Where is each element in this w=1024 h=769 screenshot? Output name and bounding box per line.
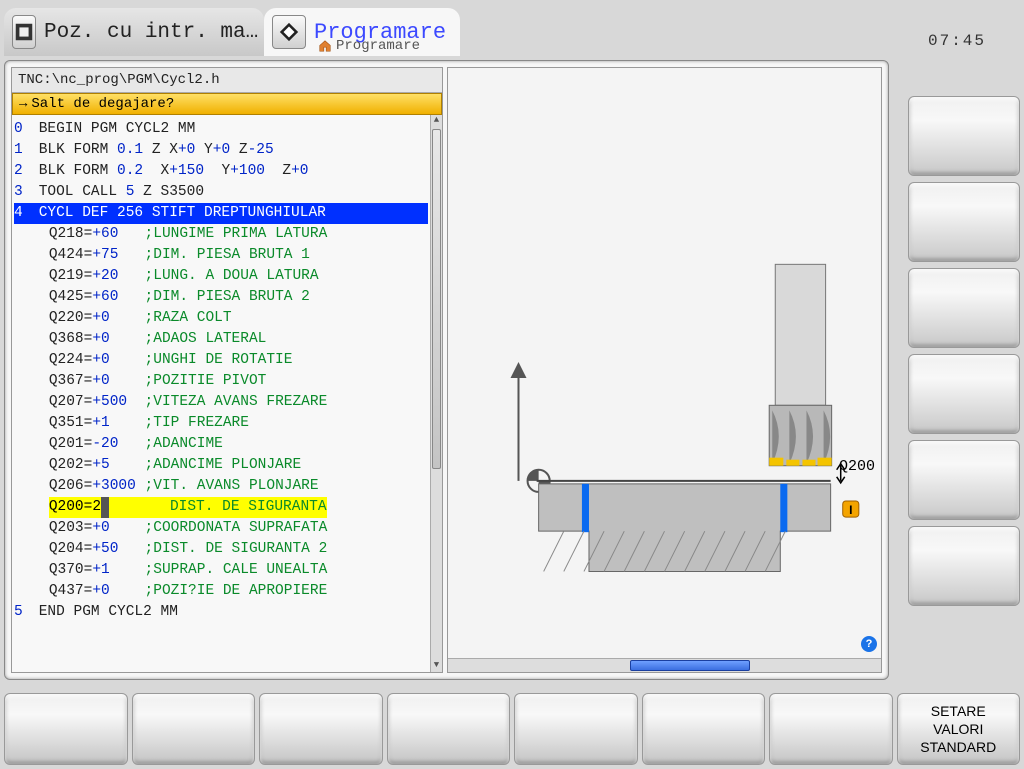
vsoftkey-5[interactable] [908, 440, 1020, 520]
selected-line[interactable]: 4 CYCL DEF 256 STIFT DREPTUNGHIULAR [14, 203, 428, 224]
scroll-up-icon[interactable]: ▲ [431, 115, 442, 127]
horizontal-scrollbar-thumb[interactable] [630, 660, 750, 671]
hsoftkey-6[interactable] [642, 693, 766, 765]
file-path: TNC:\nc_prog\PGM\Cycl2.h [12, 68, 442, 93]
hsoftkey-3[interactable] [259, 693, 383, 765]
tab-positioning-label: Poz. cu intr. ma… [44, 21, 258, 44]
cycle-graphic-panel: I Q200 ? [447, 67, 882, 673]
vsoftkey-4[interactable] [908, 354, 1020, 434]
hsoftkey-4[interactable] [387, 693, 511, 765]
tab-positioning[interactable]: Poz. cu intr. ma… [4, 8, 264, 56]
scroll-down-icon[interactable]: ▼ [431, 660, 442, 672]
nc-editor: TNC:\nc_prog\PGM\Cycl2.h Salt de degajar… [11, 67, 443, 673]
help-icon[interactable]: ? [861, 636, 877, 652]
vsoftkey-6[interactable] [908, 526, 1020, 606]
vertical-softkey-bar [908, 96, 1020, 606]
mode-tabs: Poz. cu intr. ma… Programare [4, 8, 1020, 60]
vsoftkey-3[interactable] [908, 268, 1020, 348]
vsoftkey-1[interactable] [908, 96, 1020, 176]
text-cursor [101, 497, 109, 518]
dimension-label-q200: Q200 [839, 458, 875, 475]
clock: 07:45 [928, 32, 986, 50]
scrollbar-thumb[interactable] [432, 129, 441, 469]
hsoftkey-5[interactable] [514, 693, 638, 765]
breadcrumb: Programare [318, 38, 420, 54]
hsoftkey-7[interactable] [769, 693, 893, 765]
home-icon [318, 39, 332, 53]
dialog-prompt-text: Salt de degajare? [31, 96, 174, 112]
vsoftkey-2[interactable] [908, 182, 1020, 262]
cycle-diagram: I [448, 68, 881, 652]
editing-line[interactable]: Q200=2 DIST. DE SIGURANTA [49, 497, 327, 518]
hsoftkey-2[interactable] [132, 693, 256, 765]
vertical-scrollbar[interactable]: ▲ ▼ [430, 115, 442, 672]
work-area: TNC:\nc_prog\PGM\Cycl2.h Salt de degajar… [4, 60, 889, 680]
breadcrumb-label: Programare [336, 38, 420, 54]
hsoftkey-set-standard-values[interactable]: SETARE VALORI STANDARD [897, 693, 1021, 765]
positioning-icon [12, 15, 36, 49]
horizontal-softkey-bar: SETARE VALORI STANDARD [4, 693, 1020, 765]
dialog-prompt: Salt de degajare? [12, 93, 442, 115]
programming-icon [272, 15, 306, 49]
hsoftkey-1[interactable] [4, 693, 128, 765]
code-area[interactable]: 0 BEGIN PGM CYCL2 MM 1 BLK FORM 0.1 Z X+… [12, 115, 442, 672]
svg-text:I: I [849, 503, 852, 517]
hsoftkey-8-label: SETARE VALORI STANDARD [920, 702, 996, 757]
horizontal-scrollbar[interactable] [448, 658, 881, 672]
